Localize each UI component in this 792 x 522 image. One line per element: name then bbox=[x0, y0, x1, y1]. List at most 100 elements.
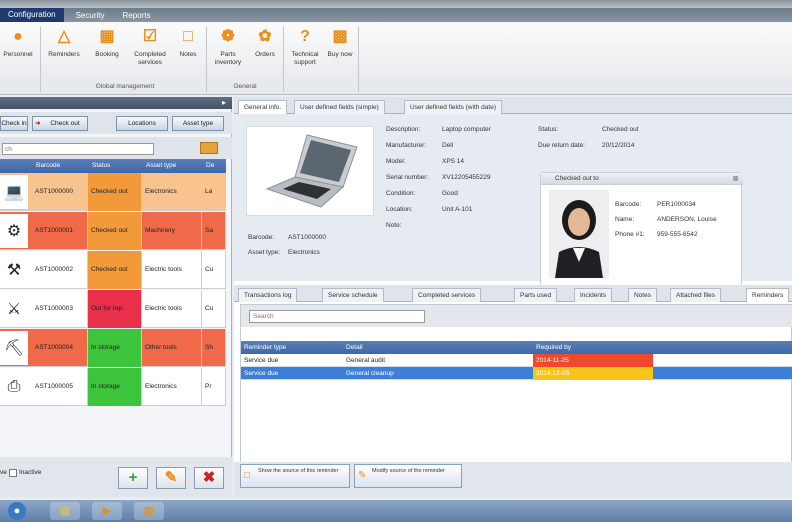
tab-incidents[interactable]: Incidents bbox=[574, 288, 613, 302]
table-row[interactable]: 💻 AST1000000 Checked out Electronics La bbox=[0, 173, 226, 211]
notes-button[interactable]: □ Notes bbox=[174, 26, 202, 59]
delete-asset-button[interactable]: ✖ bbox=[194, 467, 224, 489]
description-value: Laptop computer bbox=[442, 126, 491, 133]
cell-asset-type: Machinery bbox=[142, 212, 202, 250]
cell-asset-type: Electronics bbox=[142, 173, 202, 211]
ribbon-separator bbox=[206, 26, 207, 92]
tab-completed-services[interactable]: Completed services bbox=[412, 288, 482, 302]
reminder-row[interactable]: Service due General audit 2014-11-25 bbox=[241, 354, 792, 367]
person-name-label: Name: bbox=[615, 216, 635, 223]
cell-barcode: AST1000001 bbox=[32, 212, 88, 250]
check-out-label: Check out bbox=[50, 120, 80, 127]
asset-image bbox=[246, 126, 374, 216]
inactive-checkbox[interactable] bbox=[9, 469, 17, 477]
booking-button[interactable]: ▦ Booking bbox=[88, 26, 126, 59]
check-out-button[interactable]: ➜ Check out bbox=[32, 116, 88, 131]
cell-detail: General cleanup bbox=[346, 370, 394, 377]
reminder-search-bar bbox=[241, 305, 792, 327]
locations-button[interactable]: Locations bbox=[116, 116, 168, 131]
cell-asset-type: Electronics bbox=[142, 368, 202, 406]
orders-button[interactable]: ✿ Orders bbox=[250, 26, 280, 59]
tab-notes[interactable]: Notes bbox=[628, 288, 657, 302]
reminder-search-input[interactable] bbox=[249, 310, 425, 323]
cart-icon: ▩ bbox=[332, 28, 348, 45]
col-description[interactable]: De bbox=[206, 162, 214, 169]
person-barcode-value: PER1000034 bbox=[657, 201, 696, 208]
location-value: Unit A-101 bbox=[442, 206, 473, 213]
cell-reminder-type: Service due bbox=[244, 357, 279, 364]
tab-general-info[interactable]: General info. bbox=[238, 100, 288, 114]
completed-services-button[interactable]: ☑ Completed services bbox=[128, 26, 172, 67]
cell-status: Checked out bbox=[88, 173, 142, 211]
ribbon: ● Personnel △ Reminders ▦ Booking ☑ Comp… bbox=[0, 22, 792, 95]
buy-now-label: Buy now bbox=[327, 51, 353, 58]
check-in-button[interactable]: Check in bbox=[0, 116, 28, 131]
menu-reports[interactable]: Reports bbox=[117, 11, 157, 20]
grid-view-icon[interactable] bbox=[200, 142, 218, 154]
parts-icon: ❁ bbox=[221, 28, 235, 45]
show-source-button[interactable]: □ Show the source of this reminder bbox=[240, 464, 350, 488]
machine-icon: ⚙ bbox=[0, 214, 28, 248]
reminders-label: Reminders bbox=[48, 51, 80, 58]
tab-reminders[interactable]: Reminders bbox=[746, 288, 790, 302]
media-icon[interactable]: ▶ bbox=[92, 502, 122, 520]
orders-label: Orders bbox=[255, 51, 275, 58]
panel-header: ▸ bbox=[0, 97, 232, 109]
cell-barcode: AST1000004 bbox=[32, 329, 88, 367]
col-asset-type[interactable]: Asset type bbox=[146, 162, 176, 169]
col-reminder-type[interactable]: Reminder type bbox=[241, 341, 286, 354]
reminders-button[interactable]: △ Reminders bbox=[44, 26, 84, 59]
cell-asset-type: Other tools bbox=[142, 329, 202, 367]
location-label: Location: bbox=[386, 206, 413, 213]
asset-toolbar: Check in ➜ Check out Locations Asset typ… bbox=[0, 112, 232, 134]
asset-type-button[interactable]: Asset type bbox=[172, 116, 224, 131]
col-status[interactable]: Status bbox=[92, 162, 110, 169]
tab-parts-used[interactable]: Parts used bbox=[514, 288, 558, 302]
app-icon[interactable]: ▩ bbox=[134, 502, 164, 520]
technical-support-button[interactable]: ? Technical support bbox=[286, 26, 324, 67]
pin-icon[interactable]: ▸ bbox=[222, 98, 226, 107]
printer-icon: ⎙ bbox=[0, 370, 28, 404]
col-required-by[interactable]: Required by bbox=[533, 341, 571, 354]
close-icon[interactable]: ⊗ bbox=[732, 174, 739, 183]
start-icon[interactable]: ● bbox=[8, 502, 26, 520]
buy-now-button[interactable]: ▩ Buy now bbox=[326, 26, 354, 59]
tab-attached-files[interactable]: Attached files bbox=[670, 288, 722, 302]
add-asset-button[interactable]: + bbox=[118, 467, 148, 489]
edit-asset-button[interactable]: ✎ bbox=[156, 467, 186, 489]
tab-user-fields-simple[interactable]: User defined fields (simple) bbox=[294, 100, 385, 114]
asset-grid-header: Barcode Status Asset type De bbox=[0, 159, 226, 173]
technical-support-label: Technical support bbox=[291, 51, 319, 66]
ribbon-separator bbox=[283, 26, 284, 92]
menu-security[interactable]: Security bbox=[70, 11, 111, 20]
title-bar bbox=[0, 0, 792, 8]
personnel-button[interactable]: ● Personnel bbox=[0, 26, 36, 59]
col-barcode[interactable]: Barcode bbox=[36, 162, 60, 169]
personnel-label: Personnel bbox=[3, 51, 33, 58]
table-row[interactable]: ⎙ AST1000005 In storage Electronics Pr bbox=[0, 368, 226, 406]
tab-service-schedule[interactable]: Service schedule bbox=[322, 288, 384, 302]
calendar-icon: ▦ bbox=[99, 28, 115, 45]
menu-configuration[interactable]: Configuration bbox=[0, 8, 64, 22]
ribbon-separator bbox=[358, 26, 359, 92]
asset-list-panel: ▸ Check in ➜ Check out Locations Asset t… bbox=[0, 97, 232, 497]
manufacturer-label: Manufacturer: bbox=[386, 142, 427, 149]
table-row[interactable]: ⚙ AST1000001 Checked out Machinery Sa bbox=[0, 212, 226, 250]
pencil-icon: ✎ bbox=[164, 469, 178, 486]
modify-source-button[interactable]: ✎ Modify source of the reminder bbox=[354, 464, 462, 488]
table-row[interactable]: ⛏ AST1000004 In storage Other tools Sh bbox=[0, 329, 226, 367]
avatar bbox=[549, 190, 609, 278]
tab-transactions-log[interactable]: Transactions log bbox=[238, 288, 298, 302]
cell-status: Checked out bbox=[88, 251, 142, 289]
reminder-row[interactable]: Service due General cleanup 2014-12-05 bbox=[241, 367, 792, 380]
table-row[interactable]: ⚒ AST1000002 Checked out Electric tools Cu bbox=[0, 251, 226, 289]
folder-icon[interactable]: ▦ bbox=[50, 502, 80, 520]
col-detail[interactable]: Detail bbox=[343, 341, 363, 354]
serial-value: XV12205455229 bbox=[442, 174, 491, 181]
person-phone-value: 959-555-6542 bbox=[657, 231, 698, 238]
asset-search-input[interactable] bbox=[2, 143, 154, 155]
tab-user-fields-date[interactable]: User defined fields (with date) bbox=[404, 100, 502, 114]
table-row[interactable]: ⚔ AST1000003 Out for rep. Electric tools Cu bbox=[0, 290, 226, 328]
reminder-actions-bar: □ Show the source of this reminder ✎ Mod… bbox=[234, 462, 792, 497]
parts-inventory-button[interactable]: ❁ Parts inventory bbox=[208, 26, 248, 67]
